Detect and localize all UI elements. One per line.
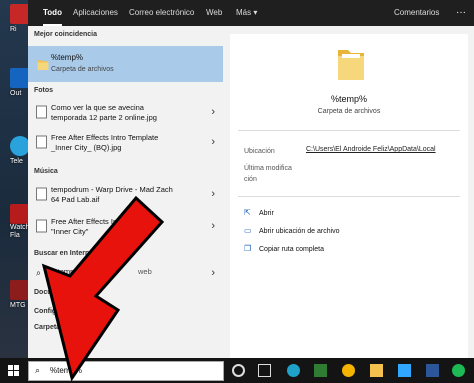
best-match-item[interactable]: %temp% Carpeta de archivos [28,46,223,82]
list-item-line: Free After Effects Intro Template [51,217,159,226]
preview-title: %temp% [330,94,367,104]
section-header: Mejor coincidencia [34,31,98,38]
cortana-icon[interactable] [232,364,245,377]
action-label: Copiar ruta completa [259,246,324,253]
filter-tab-bar: Todo Aplicaciones Correo electrónico Web… [28,0,474,26]
desktop-icon-label: MTG [10,302,26,309]
list-item-line: Como ver la que se avecina [51,103,144,112]
photoshop-icon[interactable] [398,364,411,377]
modified-label: Última modifica ción [244,165,292,183]
list-item-line: 64 Pad Lab.aif [51,195,100,204]
windows-start-icon[interactable] [8,365,19,376]
divider [238,196,460,197]
list-item[interactable]: Free After Effects Intro Template "Inner… [28,214,223,238]
open-action[interactable]: ⇱ Abrir [244,208,274,217]
chrome-icon[interactable] [342,364,355,377]
best-match-title: %temp% [51,53,84,62]
store-icon[interactable] [314,364,327,377]
tab-email[interactable]: Correo electrónico [129,0,194,26]
word-icon[interactable] [426,364,439,377]
chevron-right-icon[interactable]: › [211,267,215,279]
search-icon: ⌕ [36,267,42,278]
tab-all[interactable]: Todo [43,0,62,26]
section-header: Fotos [34,87,54,94]
search-icon: ⌕ [35,365,41,375]
web-search-item[interactable]: ⌕ %temp% web › [28,264,223,282]
list-item[interactable]: tempodrum - Warp Drive - Mad Zach 64 Pad… [28,182,223,206]
list-item[interactable]: Como ver la que se avecina temporada 12 … [28,100,223,124]
copy-path-action[interactable]: ❐ Copiar ruta completa [244,244,324,253]
outlook-icon [10,68,30,88]
location-label: Ubicación [244,148,275,155]
more-options-button[interactable]: ··· [456,0,466,26]
list-item[interactable]: Free After Effects Intro Template _Inner… [28,130,223,154]
results-list: Mejor coincidencia %temp% Carpeta de arc… [28,26,223,358]
mtg-icon [10,280,30,300]
web-search-suffix: web [138,267,152,276]
telegram-icon [10,136,30,156]
list-item-line: temporada 12 parte 2 online.jpg [51,113,157,122]
desktop-icon-label: Ri [10,26,17,33]
best-match-subtitle: Carpeta de archivos [51,66,114,73]
image-file-icon [36,105,47,119]
tab-more[interactable]: Más ▾ [236,0,257,26]
chevron-right-icon[interactable]: › [211,220,215,232]
desktop-icon-label: Watch [10,224,30,231]
action-label: Abrir [259,210,274,217]
audio-file-icon [36,187,47,201]
desktop-icon-label: Fla [10,232,20,239]
action-label: Abrir ubicación de archivo [259,228,340,235]
desktop-icon[interactable]: MTG [0,276,30,316]
audio-file-icon [36,219,47,233]
location-value[interactable]: C:\Users\El Androide Feliz\AppData\Local [306,146,436,153]
image-file-icon [36,135,47,149]
chevron-right-icon[interactable]: › [211,106,215,118]
search-input[interactable]: ⌕ %temp% [28,361,224,381]
divider [238,130,460,131]
folder-icon [338,50,364,80]
task-view-icon[interactable] [258,364,271,377]
tab-web[interactable]: Web [206,0,222,26]
desktop-icon[interactable]: Watch Fla [0,200,30,240]
desktop-icon-label: Tele [10,158,23,165]
folder-icon [37,60,49,70]
explorer-icon[interactable] [370,364,383,377]
tab-apps[interactable]: Aplicaciones [73,0,118,26]
section-header[interactable]: Configuración [34,308,81,315]
section-header: Buscar en Internet [34,250,96,257]
desktop-icon[interactable]: Ri [0,0,30,40]
search-query: %temp% [50,366,83,375]
chevron-right-icon[interactable]: › [211,136,215,148]
section-header: Música [34,168,58,175]
copy-icon: ❐ [244,244,252,253]
tab-more-label: Más [236,8,252,17]
section-header[interactable]: Documentos [34,289,76,296]
app-icon [10,4,30,24]
list-item-line: tempodrum - Warp Drive - Mad Zach [51,185,173,194]
desktop-icon-label: Out [10,90,22,97]
list-item-line: "Inner City" [51,227,89,236]
preview-subtitle: Carpeta de archivos [317,108,381,115]
feedback-button[interactable]: Comentarios [394,0,439,26]
chevron-right-icon[interactable]: › [211,188,215,200]
app-icon [10,204,30,224]
list-item-line: Free After Effects Intro Template [51,133,159,142]
chevron-down-icon: ▾ [253,8,258,17]
file-location-icon: ▭ [244,226,252,235]
section-header[interactable]: Carpetas [34,324,64,331]
preview-pane: %temp% Carpeta de archivos Ubicación C:\… [230,34,468,358]
desktop-icon[interactable]: Out [0,64,30,104]
edge-icon[interactable] [287,364,300,377]
desktop-icon[interactable]: Tele [0,132,30,172]
open-location-action[interactable]: ▭ Abrir ubicación de archivo [244,226,340,235]
list-item-line: _Inner City_ (BQ).jpg [51,143,122,152]
search-panel: Todo Aplicaciones Correo electrónico Web… [28,0,474,358]
spotify-icon[interactable] [452,364,465,377]
open-icon: ⇱ [244,208,251,217]
